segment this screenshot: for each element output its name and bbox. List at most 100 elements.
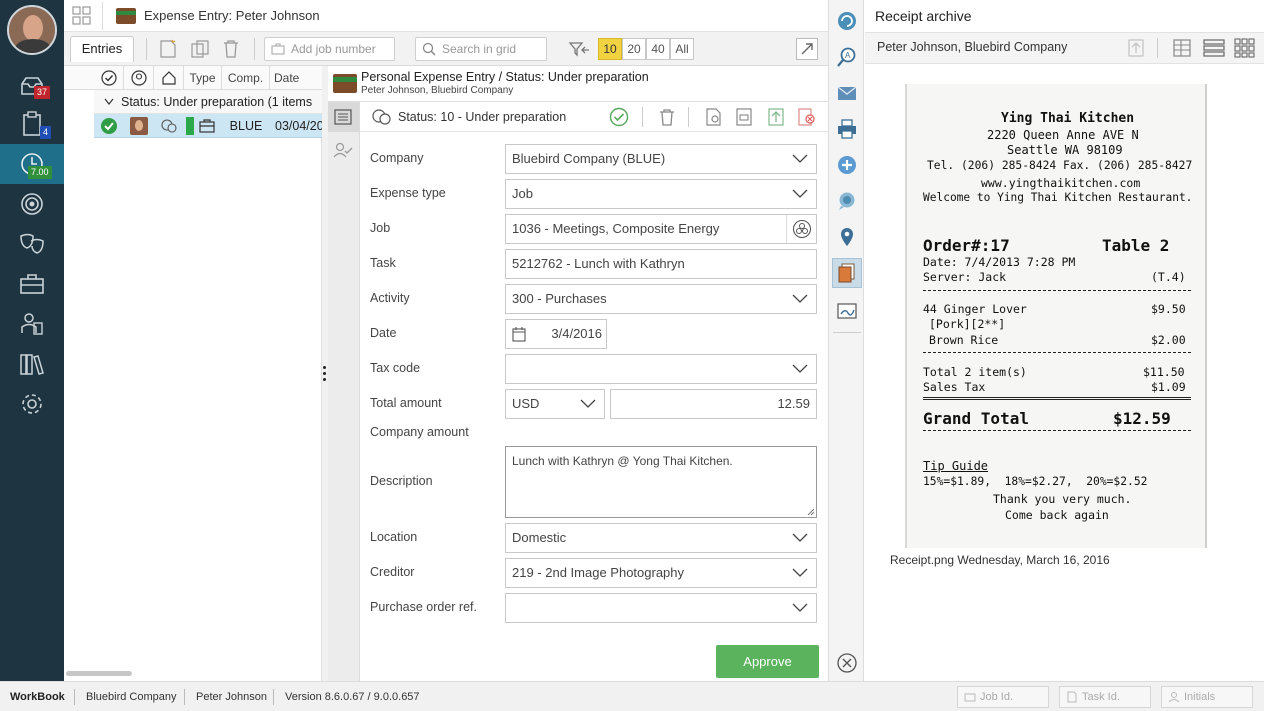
receipt-come-back: Come back again <box>1005 508 1109 522</box>
nav-target[interactable] <box>0 184 64 224</box>
creditor-select[interactable]: 219 - 2nd Image Photography <box>505 558 817 588</box>
receipt-phone: Tel. (206) 285-8424 Fax. (206) 285-8427 <box>927 159 1193 172</box>
row-company: BLUE <box>229 119 263 133</box>
preview-button[interactable] <box>704 107 724 127</box>
nav-masks[interactable] <box>0 224 64 264</box>
search-text-icon[interactable]: A <box>836 46 858 68</box>
mail-icon[interactable] <box>836 82 858 104</box>
receipt-caption: Receipt.png Wednesday, March 16, 2016 <box>890 553 1110 567</box>
form-side-strip <box>328 102 360 681</box>
date-input[interactable]: 3/4/2016 <box>505 319 607 349</box>
location-select[interactable]: Domestic <box>505 523 817 553</box>
initials-input[interactable]: Initials <box>1161 686 1253 708</box>
job-id-placeholder: Job Id. <box>980 691 1014 703</box>
receipt-server-code: (T.4) <box>1151 270 1186 284</box>
close-circle-icon[interactable] <box>836 652 858 674</box>
page-size-20[interactable]: 20 <box>622 38 646 60</box>
receipt-archive-button[interactable] <box>832 258 862 288</box>
delete-form-button[interactable] <box>657 107 677 127</box>
description-label: Description <box>370 474 433 488</box>
task-input[interactable]: 5212762 - Lunch with Kathryn <box>505 249 817 279</box>
horizontal-scrollbar[interactable] <box>66 671 132 676</box>
chat-icon[interactable] <box>836 190 858 212</box>
filter-button[interactable] <box>566 37 592 61</box>
tab-entries[interactable]: Entries <box>70 36 134 62</box>
chevron-down-icon <box>792 154 808 163</box>
job-lookup-button[interactable] <box>786 215 816 243</box>
job-input[interactable]: 1036 - Meetings, Composite Energy <box>505 214 817 244</box>
user-circle-icon <box>130 70 147 86</box>
chevron-down-icon <box>792 364 808 373</box>
receipt-tax-price: $1.09 <box>1151 380 1186 394</box>
approval-view-button[interactable] <box>328 136 359 164</box>
delete-entry-button[interactable] <box>219 37 243 61</box>
avatar[interactable] <box>7 5 57 55</box>
page-size-all[interactable]: All <box>670 38 694 60</box>
receipt-tip-line: 15%=$1.89, 18%=$2.27, 20%=$2.52 <box>923 475 1148 488</box>
task-id-input[interactable]: Task Id. <box>1059 686 1151 708</box>
nav-time[interactable]: 7.00 <box>0 144 64 184</box>
printer-icon[interactable] <box>836 118 858 140</box>
expense-type-select[interactable]: Job <box>505 179 817 209</box>
resize-handle-icon[interactable] <box>807 508 815 516</box>
description-textarea[interactable]: Lunch with Kathryn @ Yong Thai Kitchen. <box>505 446 817 518</box>
print-button[interactable] <box>734 107 754 127</box>
nav-briefcase[interactable] <box>0 264 64 304</box>
page-size-40[interactable]: 40 <box>646 38 670 60</box>
col-approved[interactable] <box>94 66 124 90</box>
add-circle-icon[interactable] <box>836 154 858 176</box>
search-grid-input[interactable]: Search in grid <box>415 37 547 61</box>
tab-entries-label: Entries <box>81 41 123 56</box>
refresh-icon[interactable] <box>836 10 858 32</box>
col-type[interactable]: Type <box>184 66 222 90</box>
company-select[interactable]: Bluebird Company (BLUE) <box>505 144 817 174</box>
total-amount-input[interactable]: 12.59 <box>610 389 817 419</box>
remove-attachment-button[interactable] <box>796 107 816 127</box>
list-view-icon[interactable] <box>1203 38 1225 58</box>
currency-select[interactable]: USD <box>505 389 605 419</box>
tax-code-select[interactable] <box>505 354 817 384</box>
col-attachment[interactable] <box>154 66 184 90</box>
signature-icon[interactable] <box>836 300 858 322</box>
nav-inbox[interactable]: 37 <box>0 66 64 106</box>
nav-books[interactable] <box>0 344 64 384</box>
expand-button[interactable] <box>796 38 818 60</box>
form-subtitle: Peter Johnson, Bluebird Company <box>361 85 514 96</box>
col-company[interactable]: Comp. <box>222 66 270 90</box>
location-pin-icon[interactable] <box>836 226 858 248</box>
company-label: Company <box>370 151 424 165</box>
form-title: Personal Expense Entry / Status: Under p… <box>361 70 649 84</box>
upload-archive-icon[interactable] <box>1127 38 1145 58</box>
col-user[interactable] <box>124 66 154 90</box>
new-document-icon <box>160 39 176 58</box>
form-view-button[interactable] <box>328 102 359 132</box>
inbox-badge: 37 <box>34 86 51 99</box>
approve-check-button[interactable] <box>609 107 629 127</box>
task-id-placeholder: Task Id. <box>1082 691 1120 703</box>
po-select[interactable] <box>505 593 817 623</box>
job-id-input[interactable]: Job Id. <box>957 686 1049 708</box>
coins-icon <box>161 119 177 133</box>
document-stamp-icon <box>736 108 752 126</box>
creditor-label: Creditor <box>370 565 415 579</box>
page-size-10[interactable]: 10 <box>598 38 622 60</box>
table-row[interactable]: BLUE 03/04/20 <box>94 114 322 138</box>
grid-menu-icon[interactable] <box>72 6 92 26</box>
job-label: Job <box>370 221 391 235</box>
briefcase-small-icon <box>271 43 285 55</box>
nav-settings[interactable] <box>0 384 64 424</box>
nav-clipboard[interactable]: 4 <box>0 104 64 144</box>
grid-view-icon[interactable] <box>1234 38 1256 58</box>
group-row[interactable]: Status: Under preparation (1 items <box>94 90 322 114</box>
approve-button[interactable]: Approve <box>716 645 819 678</box>
col-date[interactable]: Date <box>270 66 322 90</box>
copy-entry-button[interactable] <box>188 37 212 61</box>
add-job-number-input[interactable]: Add job number <box>264 37 395 61</box>
task-value: 5212762 - Lunch with Kathryn <box>512 256 685 271</box>
columns-view-icon[interactable] <box>1172 38 1192 58</box>
receipt-image[interactable]: Ying Thai Kitchen 2220 Queen Anne AVE N … <box>905 84 1207 548</box>
activity-select[interactable]: 300 - Purchases <box>505 284 817 314</box>
nav-people[interactable] <box>0 304 64 344</box>
new-entry-button[interactable] <box>156 37 180 61</box>
upload-button[interactable] <box>766 107 786 127</box>
